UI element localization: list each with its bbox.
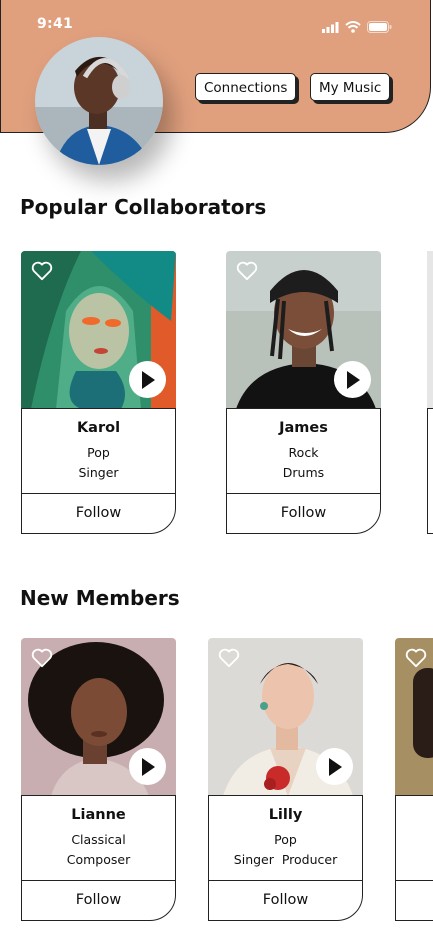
play-icon[interactable] [129,361,166,398]
favorite-heart-icon[interactable] [31,261,53,285]
play-icon[interactable] [316,748,353,785]
collaborator-card-peek[interactable] [427,251,433,534]
card-info: Lilly Pop Singer Producer [208,795,363,881]
connections-button[interactable]: Connections [195,73,297,101]
member-card-peek[interactable] [395,638,433,921]
member-genre: Pop [274,832,297,847]
member-name: Lilly [268,807,303,823]
favorite-heart-icon[interactable] [405,648,427,672]
favorite-heart-icon[interactable] [31,648,53,672]
follow-button[interactable]: Follow [21,493,176,534]
card-info: Karol Pop Singer [21,408,176,494]
card-info: Lianne Classical Composer [21,795,176,881]
avatar[interactable] [35,37,163,165]
play-icon[interactable] [129,748,166,785]
section-title-popular: Popular Collaborators [20,195,267,219]
favorite-heart-icon[interactable] [236,261,258,285]
wifi-icon [345,18,361,37]
member-genre: Rock [288,445,319,460]
follow-button[interactable]: Follow [21,880,176,921]
member-card[interactable]: Lianne Classical Composer Follow [21,638,176,921]
card-info: James Rock Drums [226,408,381,494]
favorite-heart-icon[interactable] [218,648,240,672]
member-role: Drums [282,465,325,480]
member-name: James [279,420,328,436]
follow-button[interactable]: Follow [208,880,363,921]
status-time: 9:41 [37,16,74,32]
my-music-button[interactable]: My Music [310,73,391,101]
play-icon[interactable] [334,361,371,398]
member-name: Lianne [71,807,126,823]
member-genre: Classical [71,832,126,847]
signal-icon [322,18,339,37]
status-icons [322,18,392,37]
follow-button[interactable]: Follow [226,493,381,534]
member-name: Karol [76,420,121,436]
member-genre: Pop [87,445,110,460]
collaborator-card[interactable]: James Rock Drums Follow [226,251,381,534]
section-title-new-members: New Members [20,586,180,610]
member-role: Singer [78,465,119,480]
member-role: Composer [66,852,131,867]
member-card[interactable]: Lilly Pop Singer Producer Follow [208,638,363,921]
battery-icon [367,18,392,37]
collaborator-card[interactable]: Karol Pop Singer Follow [21,251,176,534]
member-role: Singer Producer [233,852,338,867]
